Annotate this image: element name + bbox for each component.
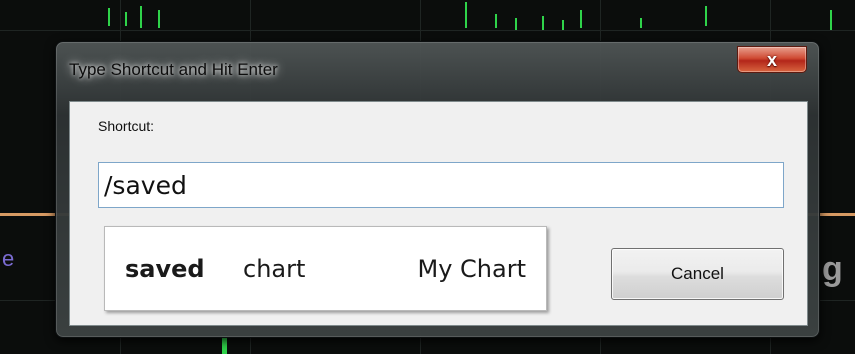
close-icon: x (766, 49, 777, 70)
cancel-button[interactable]: Cancel (611, 248, 784, 300)
chart-bar (542, 16, 544, 30)
chart-bar (495, 14, 497, 28)
chart-bar (640, 18, 642, 28)
chart-bar (830, 10, 832, 30)
dialog-title: Type Shortcut and Hit Enter (69, 60, 278, 79)
shortcut-input[interactable] (98, 162, 784, 208)
suggestion-name: My Chart (417, 255, 527, 283)
chart-bar (515, 18, 517, 30)
grid-line (0, 30, 855, 31)
chart-bar (108, 8, 110, 26)
chart-bar (140, 6, 142, 28)
chart-bar (705, 6, 707, 26)
background-label: g (822, 250, 843, 288)
chart-bar (580, 10, 582, 28)
chart-bar (562, 20, 564, 30)
chart-bar (222, 336, 227, 354)
suggestion-keyword: saved (125, 255, 205, 283)
dialog-content: Shortcut: saved chart My Chart Cancel (69, 101, 808, 326)
close-button[interactable]: x (737, 46, 807, 73)
suggestion-type: chart (243, 255, 306, 283)
chart-bar (465, 2, 467, 28)
title-bar[interactable]: Type Shortcut and Hit Enter x (56, 42, 819, 100)
chart-bar (158, 10, 160, 28)
chart-bar (125, 12, 127, 26)
shortcut-label: Shortcut: (98, 118, 155, 134)
background-label: e (2, 246, 15, 271)
suggestion-item[interactable]: saved chart My Chart (104, 226, 547, 311)
shortcut-dialog: Type Shortcut and Hit Enter x Shortcut: … (55, 41, 820, 338)
